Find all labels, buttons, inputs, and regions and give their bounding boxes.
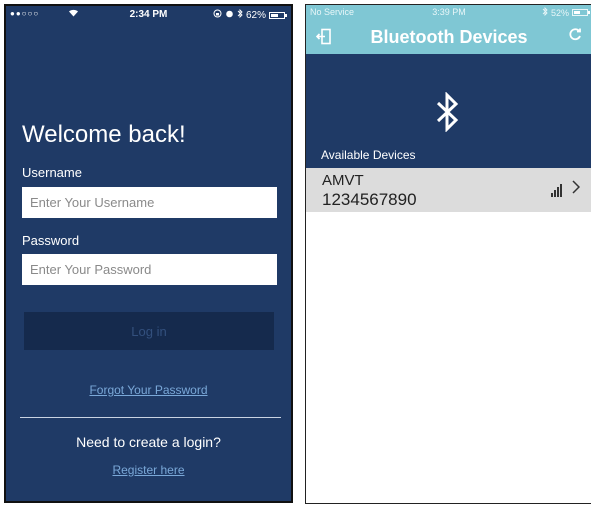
bluetooth-icon — [434, 91, 462, 137]
signal-bar — [557, 187, 559, 197]
signal-strength-icon — [551, 184, 562, 197]
battery-icon — [269, 11, 287, 19]
refresh-icon[interactable] — [568, 27, 582, 45]
signal-bar — [560, 184, 562, 197]
battery-icon — [572, 9, 590, 16]
username-label: Username — [22, 165, 82, 180]
bluetooth-panel: Available Devices — [306, 54, 591, 168]
status-bar: No Service 3:39 PM 52% — [306, 5, 591, 21]
chevron-right-icon — [572, 178, 581, 199]
device-name: AMVT — [322, 172, 364, 189]
login-button[interactable]: Log in — [24, 312, 274, 350]
forgot-password-link[interactable]: Forgot Your Password — [6, 383, 291, 397]
page-title: Bluetooth Devices — [370, 27, 528, 47]
create-login-prompt: Need to create a login? — [76, 434, 221, 450]
bluetooth-status-icon — [237, 8, 243, 21]
bluetooth-status-icon — [542, 6, 548, 18]
bluetooth-screen: No Service 3:39 PM 52% Bluetooth Devices — [305, 4, 591, 504]
login-screen: ●●○○○ 2:34 PM 62% Welcome back! Username… — [4, 4, 293, 503]
device-id: 1234567890 — [322, 190, 417, 209]
nav-bar: Bluetooth Devices — [306, 21, 591, 54]
device-row[interactable]: AMVT 1234567890 — [306, 168, 591, 212]
username-input[interactable] — [22, 187, 277, 218]
alarm-icon — [225, 9, 234, 21]
status-bar: ●●○○○ 2:34 PM 62% — [6, 6, 291, 24]
password-input[interactable] — [22, 254, 277, 285]
battery-percent: 52% — [550, 7, 569, 18]
signal-bar — [554, 190, 556, 197]
signal-bar — [551, 193, 553, 197]
register-link[interactable]: Register here — [6, 463, 291, 477]
lock-rotation-icon — [213, 9, 222, 21]
divider — [20, 417, 281, 418]
password-label: Password — [22, 233, 80, 248]
battery-percent: 62% — [245, 9, 266, 21]
available-devices-label: Available Devices — [321, 148, 416, 162]
page-title: Welcome back! — [22, 121, 186, 148]
